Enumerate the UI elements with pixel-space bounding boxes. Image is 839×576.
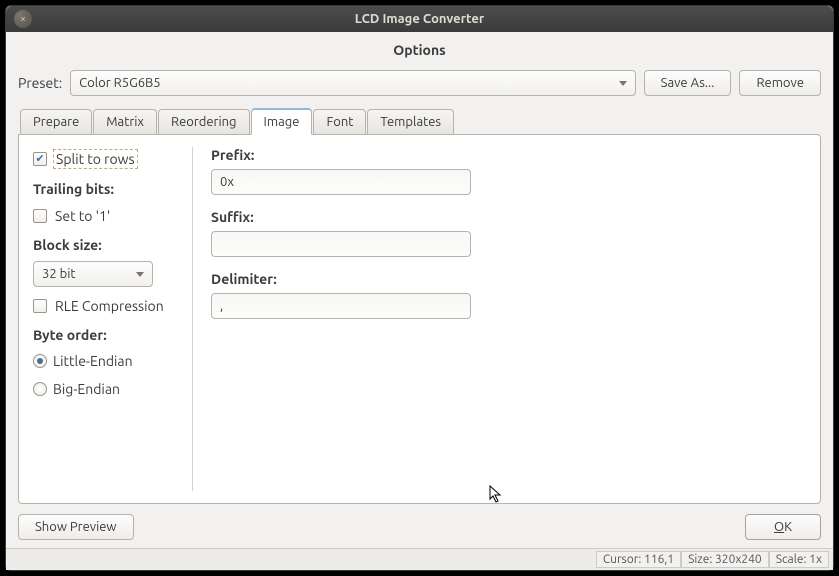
status-scale: Scale: 1x [769,551,829,568]
tab-image[interactable]: Image [251,108,313,135]
checkbox-checked-icon[interactable]: ✔ [33,152,47,166]
trailing-bits-label: Trailing bits: [33,181,186,197]
block-size-label: Block size: [33,237,186,253]
dialog-buttons: Show Preview OK [18,514,821,540]
tab-panel: ✔ Split to rows Trailing bits: Set to '1… [18,134,821,504]
close-icon[interactable]: × [14,10,32,28]
prefix-label: Prefix: [211,147,806,163]
show-preview-button[interactable]: Show Preview [18,514,134,540]
preset-value: Color R5G6B5 [79,76,160,90]
set-to-1-row[interactable]: Set to '1' [33,205,186,227]
split-to-rows-row[interactable]: ✔ Split to rows [33,147,186,171]
big-endian-label: Big-Endian [53,381,120,397]
preset-label: Preset: [18,75,62,91]
preset-row: Preset: Color R5G6B5 Save As... Remove [18,70,821,96]
status-cursor: Cursor: 116,1 [596,551,681,568]
ok-button[interactable]: OK [745,514,821,540]
byte-order-label: Byte order: [33,327,186,343]
tab-matrix[interactable]: Matrix [93,109,157,136]
chevron-down-icon [619,81,627,86]
statusbar: Cursor: 116,1 Size: 320x240 Scale: 1x [6,548,833,570]
split-to-rows-label: Split to rows [53,149,138,169]
rle-label: RLE Compression [53,297,166,315]
prefix-input[interactable]: 0x [211,169,471,195]
left-column: ✔ Split to rows Trailing bits: Set to '1… [33,147,193,491]
dialog-content: Options Preset: Color R5G6B5 Save As... … [6,32,833,548]
tab-templates[interactable]: Templates [367,109,454,136]
little-endian-row[interactable]: Little-Endian [33,351,186,371]
checkbox-unchecked-icon[interactable] [33,299,47,313]
tab-prepare[interactable]: Prepare [20,109,92,136]
delimiter-input[interactable]: , [211,293,471,319]
tab-bar: Prepare Matrix Reordering Image Font Tem… [18,108,821,135]
little-endian-label: Little-Endian [53,353,133,369]
tab-reordering[interactable]: Reordering [158,109,250,136]
save-as-button[interactable]: Save As... [644,70,732,96]
checkbox-unchecked-icon[interactable] [33,209,47,223]
window-title: LCD Image Converter [6,12,833,26]
block-size-value: 32 bit [42,267,76,281]
block-size-select[interactable]: 32 bit [33,261,153,287]
rle-row[interactable]: RLE Compression [33,295,186,317]
big-endian-row[interactable]: Big-Endian [33,379,186,399]
radio-on-icon[interactable] [33,354,47,368]
dialog-subtitle: Options [18,42,821,58]
right-column: Prefix: 0x Suffix: Delimiter: , [211,147,806,491]
tab-font[interactable]: Font [313,109,366,136]
chevron-down-icon [136,272,144,277]
remove-button[interactable]: Remove [739,70,821,96]
suffix-input[interactable] [211,231,471,257]
delimiter-label: Delimiter: [211,271,806,287]
preset-select[interactable]: Color R5G6B5 [70,70,635,96]
radio-off-icon[interactable] [33,382,47,396]
set-to-1-label: Set to '1' [53,207,112,225]
suffix-label: Suffix: [211,209,806,225]
dialog-window: × LCD Image Converter Options Preset: Co… [5,5,834,571]
titlebar[interactable]: × LCD Image Converter [6,6,833,32]
status-size: Size: 320x240 [681,551,769,568]
